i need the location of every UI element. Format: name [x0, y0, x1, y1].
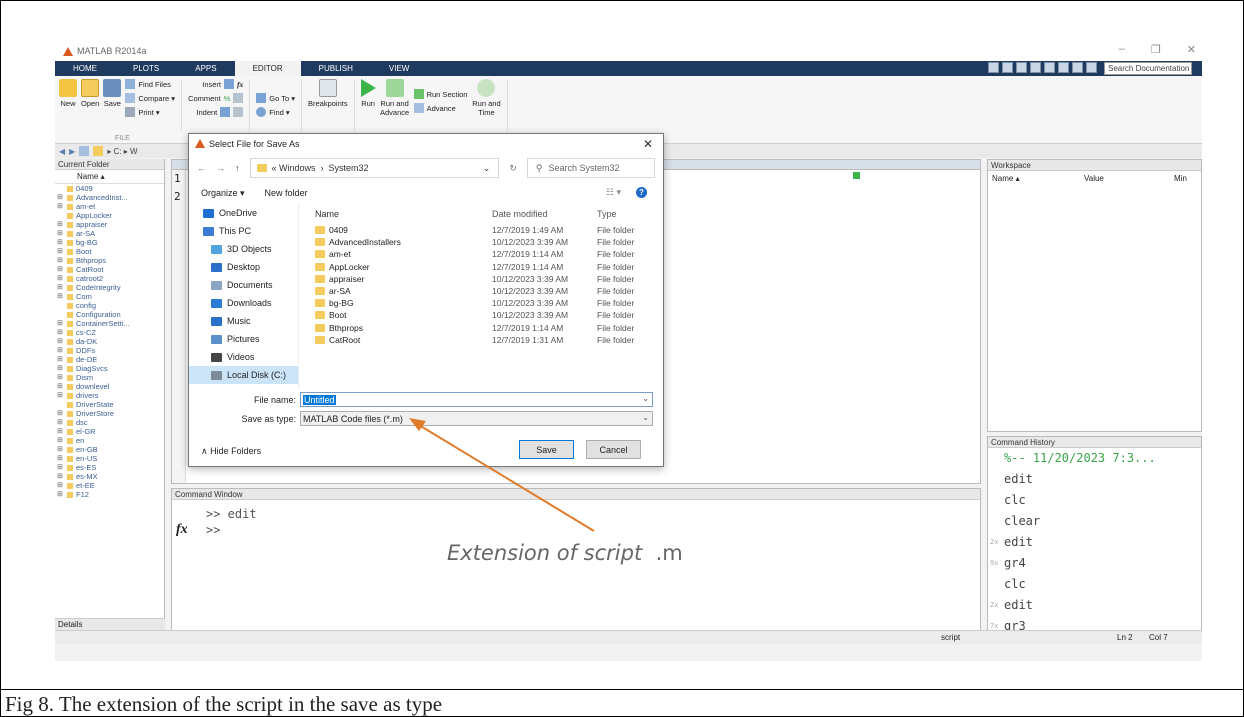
figure-caption: Fig 8. The extension of the script in th… [0, 690, 1244, 717]
annotation-suffix: .m [642, 541, 683, 565]
annotation-text: Extension of script .m [447, 541, 683, 565]
annotation-arrow-line [418, 424, 595, 532]
annotation-italic: Extension of script [447, 541, 643, 565]
figure-frame: MATLAB R2014a – ❐ ✕ HOME PLOTS APPS EDIT… [0, 0, 1244, 690]
annotation-arrow-head [409, 418, 426, 431]
annotation-arrow [409, 418, 595, 532]
